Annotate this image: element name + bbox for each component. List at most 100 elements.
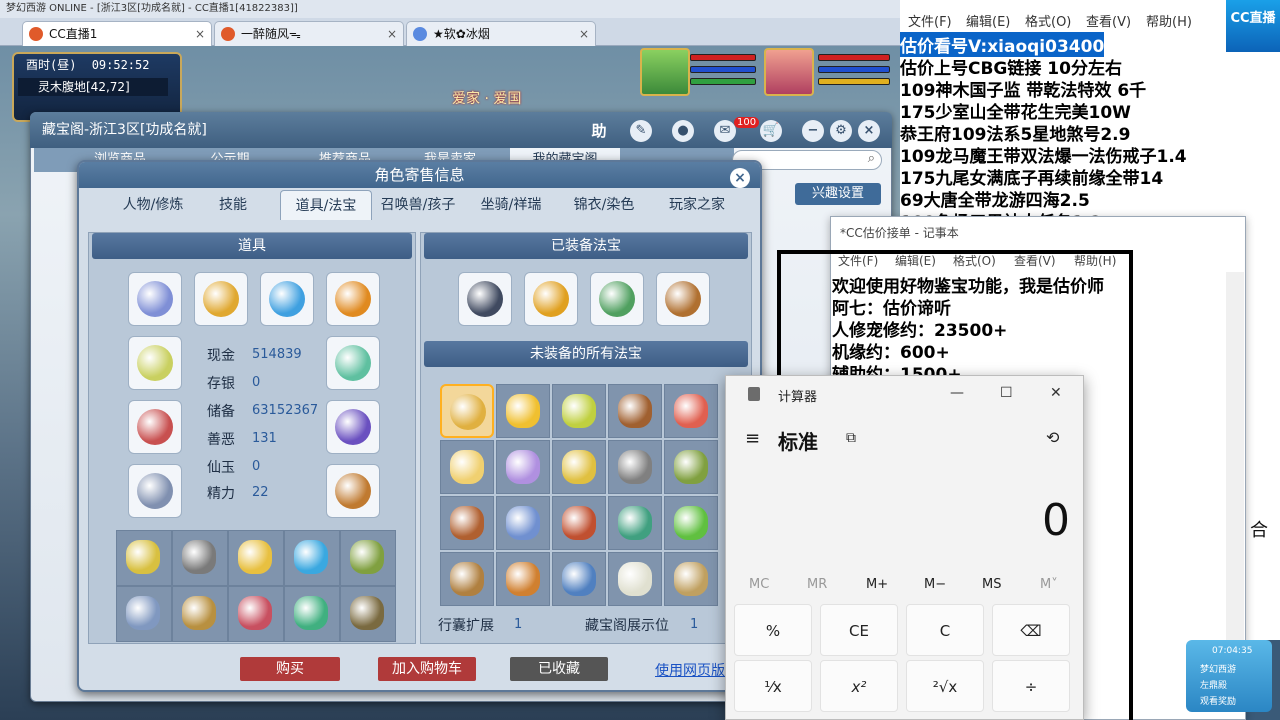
menu-file[interactable]: 文件(F) bbox=[908, 11, 952, 30]
interest-settings-button[interactable]: 兴趣设置 bbox=[795, 183, 881, 205]
close-icon[interactable]: × bbox=[730, 168, 750, 188]
fabao-slot[interactable] bbox=[552, 496, 606, 550]
item-slot[interactable] bbox=[172, 530, 228, 586]
item-slot[interactable] bbox=[128, 464, 182, 518]
divide-key[interactable]: ÷ bbox=[992, 660, 1070, 712]
fabao-slot[interactable] bbox=[608, 496, 662, 550]
menu-icon[interactable]: ≡ bbox=[745, 428, 760, 449]
fabao-slot[interactable] bbox=[496, 384, 550, 438]
item-slot[interactable] bbox=[128, 400, 182, 454]
item-slot[interactable] bbox=[326, 272, 380, 326]
item-slot[interactable] bbox=[284, 586, 340, 642]
sqrt-key[interactable]: ²√x bbox=[906, 660, 984, 712]
settings-icon[interactable]: ⚙ bbox=[830, 120, 852, 142]
tab-skills[interactable]: 技能 bbox=[194, 190, 272, 220]
item-slot[interactable] bbox=[194, 272, 248, 326]
equipped-fabao-slot[interactable] bbox=[458, 272, 512, 326]
item-slot[interactable] bbox=[128, 336, 182, 390]
backspace-key[interactable]: ⌫ bbox=[992, 604, 1070, 656]
add-to-cart-button[interactable]: 加入购物车 bbox=[378, 657, 476, 681]
item-slot[interactable] bbox=[116, 530, 172, 586]
item-slot[interactable] bbox=[340, 586, 396, 642]
memory-add[interactable]: M+ bbox=[866, 577, 888, 592]
item-slot[interactable] bbox=[260, 272, 314, 326]
equipped-fabao-slot[interactable] bbox=[524, 272, 578, 326]
help-button[interactable]: 助 bbox=[588, 120, 610, 142]
fabao-slot[interactable] bbox=[496, 496, 550, 550]
tab-costume[interactable]: 锦衣/染色 bbox=[562, 190, 646, 220]
cart-icon[interactable]: 🛒 bbox=[760, 120, 782, 142]
fabao-slot[interactable] bbox=[552, 552, 606, 606]
fabao-slot[interactable] bbox=[440, 496, 494, 550]
pet-avatar[interactable] bbox=[640, 48, 690, 96]
equipped-fabao-slot[interactable] bbox=[656, 272, 710, 326]
tab-items-fabao[interactable]: 道具/法宝 bbox=[280, 190, 372, 220]
close-icon[interactable]: × bbox=[579, 22, 589, 46]
minimize-icon[interactable]: — bbox=[950, 385, 964, 401]
equipped-fabao-slot[interactable] bbox=[590, 272, 644, 326]
item-slot[interactable] bbox=[172, 586, 228, 642]
tab-mounts[interactable]: 坐骑/祥瑞 bbox=[468, 190, 554, 220]
fabao-slot[interactable] bbox=[440, 384, 494, 438]
tab-cc-live[interactable]: CC直播1 × bbox=[22, 21, 212, 46]
close-icon[interactable]: × bbox=[858, 120, 880, 142]
close-icon[interactable]: ✕ bbox=[1050, 385, 1062, 401]
history-icon[interactable]: ⟲ bbox=[1046, 428, 1059, 447]
maximize-icon[interactable]: ☐ bbox=[1000, 385, 1013, 401]
fabao-slot[interactable] bbox=[440, 552, 494, 606]
menu-format[interactable]: 格式(O) bbox=[1025, 11, 1071, 30]
record-icon[interactable]: ● bbox=[672, 120, 694, 142]
item-slot[interactable] bbox=[284, 530, 340, 586]
favorited-button[interactable]: 已收藏 bbox=[510, 657, 608, 681]
item-slot[interactable] bbox=[340, 530, 396, 586]
search-icon[interactable]: ⌕ bbox=[868, 151, 875, 166]
item-slot[interactable] bbox=[326, 400, 380, 454]
square-key[interactable]: x² bbox=[820, 660, 898, 712]
player-avatar[interactable] bbox=[764, 48, 814, 96]
menu-edit[interactable]: 编辑(E) bbox=[966, 11, 1010, 30]
clear-key[interactable]: C bbox=[906, 604, 984, 656]
item-slot[interactable] bbox=[326, 464, 380, 518]
bag-expand-label: 行囊扩展 bbox=[438, 618, 494, 634]
item-slot[interactable] bbox=[326, 336, 380, 390]
item-slot[interactable] bbox=[128, 272, 182, 326]
close-icon[interactable]: × bbox=[387, 22, 397, 46]
fabao-slot[interactable] bbox=[552, 440, 606, 494]
minimize-icon[interactable]: − bbox=[802, 120, 824, 142]
fabao-slot[interactable] bbox=[664, 440, 718, 494]
menu-help[interactable]: 帮助(H) bbox=[1146, 11, 1192, 30]
fabao-slot[interactable] bbox=[664, 384, 718, 438]
pin-icon[interactable]: ✎ bbox=[630, 120, 652, 142]
tab-home[interactable]: 玩家之家 bbox=[652, 190, 742, 220]
reciprocal-key[interactable]: ⅟x bbox=[734, 660, 812, 712]
fabao-slot[interactable] bbox=[440, 440, 494, 494]
memory-subtract[interactable]: M− bbox=[924, 577, 946, 592]
tab-ruanbingyan[interactable]: ★软✿冰烟 × bbox=[406, 21, 596, 46]
memory-clear[interactable]: MC bbox=[749, 577, 769, 592]
item-slot[interactable] bbox=[228, 530, 284, 586]
tab-yizui[interactable]: 一醉随风ᯓ × bbox=[214, 21, 404, 46]
fabao-slot[interactable] bbox=[608, 440, 662, 494]
menu-view[interactable]: 查看(V) bbox=[1086, 11, 1131, 30]
cc-live-badge[interactable]: CC直播 bbox=[1226, 0, 1280, 52]
fabao-slot[interactable] bbox=[496, 552, 550, 606]
fabao-slot[interactable] bbox=[552, 384, 606, 438]
buy-button[interactable]: 购买 bbox=[240, 657, 340, 681]
item-slot[interactable] bbox=[116, 586, 172, 642]
fabao-slot[interactable] bbox=[664, 496, 718, 550]
percent-key[interactable]: % bbox=[734, 604, 812, 656]
memory-store[interactable]: MS bbox=[982, 577, 1001, 592]
message-icon[interactable]: ✉ bbox=[714, 120, 736, 142]
memory-list[interactable]: M˅ bbox=[1040, 577, 1058, 592]
keep-on-top-icon[interactable]: ⧉ bbox=[846, 430, 856, 446]
fabao-slot[interactable] bbox=[496, 440, 550, 494]
tab-pets[interactable]: 召唤兽/孩子 bbox=[372, 190, 464, 220]
item-slot[interactable] bbox=[228, 586, 284, 642]
fabao-slot[interactable] bbox=[664, 552, 718, 606]
fabao-slot[interactable] bbox=[608, 552, 662, 606]
memory-recall[interactable]: MR bbox=[807, 577, 827, 592]
close-icon[interactable]: × bbox=[195, 22, 205, 46]
clear-entry-key[interactable]: CE bbox=[820, 604, 898, 656]
web-version-link[interactable]: 使用网页版 bbox=[655, 660, 725, 680]
fabao-slot[interactable] bbox=[608, 384, 662, 438]
